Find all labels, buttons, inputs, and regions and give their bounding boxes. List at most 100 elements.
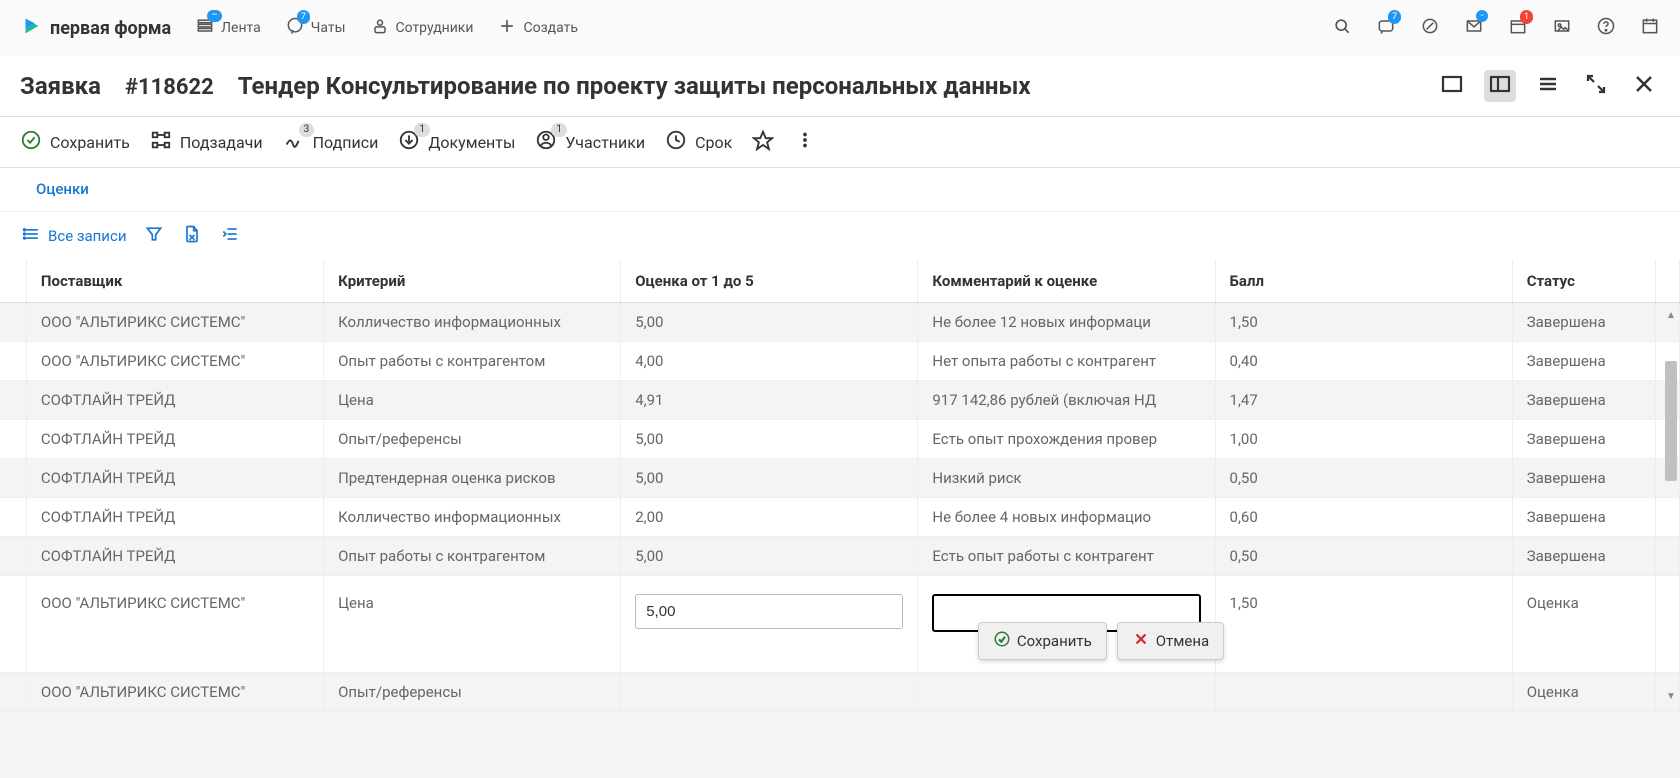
cell-score: 5,00 [621, 420, 918, 459]
nav-create[interactable]: Создать [497, 16, 578, 40]
cell-ball: 1,50 [1215, 303, 1512, 342]
view-list-button[interactable] [1532, 70, 1564, 102]
table-row[interactable]: СОФТЛАЙН ТРЕЙДКолличество информационных… [0, 498, 1680, 537]
participants-button[interactable]: 1 Участники [535, 129, 645, 155]
announce-button[interactable] [1420, 16, 1440, 40]
view-single-button[interactable] [1436, 70, 1468, 102]
cell-score: 2,00 [621, 498, 918, 537]
table-row[interactable]: СОФТЛАЙН ТРЕЙДПредтендерная оценка риско… [0, 459, 1680, 498]
deadline-button[interactable]: Срок [665, 129, 732, 155]
table-row[interactable]: ООО "АЛЬТИРИКС СИСТЕМС"Цена1,50Оценка [0, 576, 1680, 673]
all-records-button[interactable]: Все записи [22, 224, 126, 248]
ratings-table: Поставщик Критерий Оценка от 1 до 5 Комм… [0, 260, 1680, 712]
x-icon [1132, 630, 1150, 652]
help-icon [1596, 16, 1616, 40]
inbox-badge: - [1476, 10, 1488, 22]
cell-criteria: Цена [324, 576, 621, 673]
scroll-thumb[interactable] [1665, 361, 1677, 481]
col-ball[interactable]: Балл [1215, 260, 1512, 303]
schedule-icon [1640, 16, 1660, 40]
cell-score: 5,00 [621, 303, 918, 342]
save-button[interactable]: Сохранить [20, 129, 130, 155]
cell-status: Завершена [1512, 381, 1655, 420]
more-button[interactable] [794, 129, 816, 155]
plus-icon [497, 16, 517, 40]
subtasks-button[interactable]: Подзадачи [150, 129, 263, 155]
export-button[interactable] [182, 224, 202, 248]
nav-staff[interactable]: Сотрудники [370, 16, 474, 40]
score-input[interactable] [635, 594, 903, 629]
cell-supplier: СОФТЛАЙН ТРЕЙД [26, 537, 323, 576]
documents-button[interactable]: 1 Документы [398, 129, 515, 155]
cell-score: 5,00 [621, 459, 918, 498]
cell-status: Завершена [1512, 342, 1655, 381]
indent-button[interactable] [220, 224, 240, 248]
inline-cancel-button[interactable]: Отмена [1117, 622, 1224, 660]
more-vertical-icon [794, 129, 816, 155]
check-circle-icon [20, 129, 42, 155]
close-button[interactable] [1628, 70, 1660, 102]
save-label: Сохранить [50, 133, 130, 152]
cell-criteria: Опыт работы с контрагентом [324, 342, 621, 381]
search-button[interactable] [1332, 16, 1352, 40]
help-button[interactable] [1596, 16, 1616, 40]
scroll-down-icon[interactable]: ▼ [1666, 691, 1676, 702]
inline-edit-actions: Сохранить Отмена [978, 622, 1224, 660]
toolbar: Сохранить Подзадачи 3 Подписи 1 Документ… [0, 117, 1680, 168]
nav-feed[interactable]: – Лента [195, 16, 261, 40]
cell-status: Завершена [1512, 498, 1655, 537]
page-type: Заявка [20, 72, 101, 100]
table-row[interactable]: ООО "АЛЬТИРИКС СИСТЕМС"Опыт работы с кон… [0, 342, 1680, 381]
schedule-button[interactable] [1640, 16, 1660, 40]
check-icon [993, 630, 1011, 652]
cell-supplier: СОФТЛАЙН ТРЕЙД [26, 381, 323, 420]
inbox-button[interactable]: - [1464, 16, 1484, 40]
logo[interactable]: первая форма [20, 15, 171, 42]
table-row[interactable]: СОФТЛАЙН ТРЕЙДОпыт/референсы5,00Есть опы… [0, 420, 1680, 459]
cell-criteria: Опыт работы с контрагентом [324, 537, 621, 576]
list-lines-icon [22, 224, 42, 248]
col-supplier[interactable]: Поставщик [26, 260, 323, 303]
signatures-button[interactable]: 3 Подписи [283, 129, 379, 155]
cell-status: Оценка [1512, 576, 1655, 673]
table-row[interactable]: СОФТЛАЙН ТРЕЙДЦена4,91917 142,86 рублей … [0, 381, 1680, 420]
table-row[interactable]: ООО "АЛЬТИРИКС СИСТЕМС"Опыт/референсыОце… [0, 673, 1680, 712]
table-row[interactable]: СОФТЛАЙН ТРЕЙДОпыт работы с контрагентом… [0, 537, 1680, 576]
cell-supplier: ООО "АЛЬТИРИКС СИСТЕМС" [26, 303, 323, 342]
cell-score [621, 576, 918, 673]
signatures-label: Подписи [313, 133, 379, 152]
scroll-up-icon[interactable]: ▲ [1666, 310, 1676, 321]
col-status[interactable]: Статус [1512, 260, 1655, 303]
cell-comment: Не более 4 новых информацио [918, 498, 1215, 537]
cell-ball: 1,47 [1215, 381, 1512, 420]
messages-button[interactable]: 7 [1376, 16, 1396, 40]
col-score[interactable]: Оценка от 1 до 5 [621, 260, 918, 303]
media-button[interactable] [1552, 16, 1572, 40]
cell-score: 5,00 [621, 537, 918, 576]
cell-supplier: СОФТЛАЙН ТРЕЙД [26, 459, 323, 498]
filter-button[interactable] [144, 224, 164, 248]
participants-badge: 1 [551, 123, 567, 137]
cell-status: Завершена [1512, 303, 1655, 342]
cell-comment: Есть опыт прохождения провер [918, 420, 1215, 459]
view-split-button[interactable] [1484, 70, 1516, 102]
inline-save-button[interactable]: Сохранить [978, 622, 1107, 660]
search-icon [1332, 16, 1352, 40]
cell-ball [1215, 673, 1512, 712]
nav-chats[interactable]: 7 Чаты [285, 16, 346, 40]
tab-ratings[interactable]: Оценки [20, 168, 105, 211]
cell-supplier: ООО "АЛЬТИРИКС СИСТЕМС" [26, 342, 323, 381]
cell-criteria: Опыт/референсы [324, 673, 621, 712]
expand-button[interactable] [1580, 70, 1612, 102]
documents-badge: 1 [414, 123, 430, 137]
calendar-button[interactable]: 1 [1508, 16, 1528, 40]
col-comment[interactable]: Комментарий к оценке [918, 260, 1215, 303]
vertical-scrollbar[interactable]: ▲ ▼ [1664, 310, 1678, 702]
col-criteria[interactable]: Критерий [324, 260, 621, 303]
cell-ball: 1,00 [1215, 420, 1512, 459]
indent-icon [220, 229, 240, 248]
table-row[interactable]: ООО "АЛЬТИРИКС СИСТЕМС"Колличество инфор… [0, 303, 1680, 342]
favorite-button[interactable] [752, 129, 774, 155]
subtasks-icon [150, 129, 172, 155]
page-header: Заявка #118622 Тендер Консультирование п… [0, 56, 1680, 117]
